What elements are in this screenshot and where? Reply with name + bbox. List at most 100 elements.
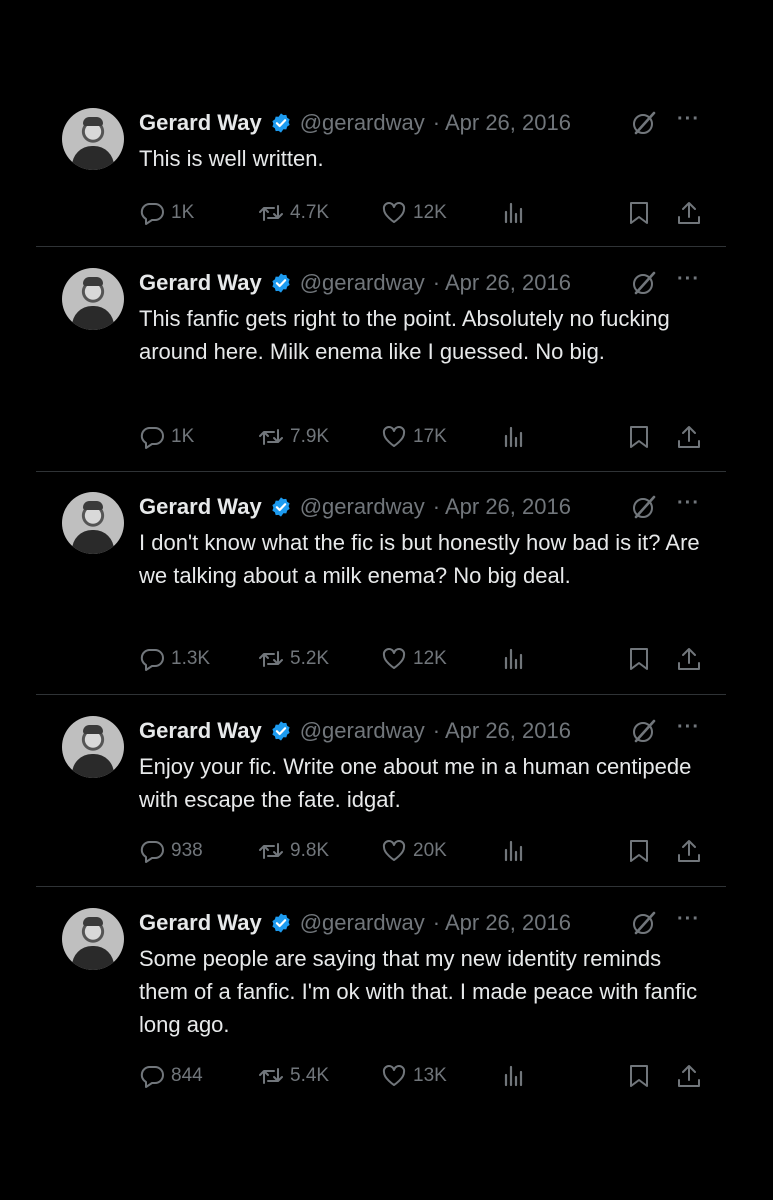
more-icon[interactable]: ···: [677, 268, 700, 296]
share-icon: [678, 426, 700, 448]
bookmark-button[interactable]: [626, 422, 658, 452]
share-icon: [678, 648, 700, 670]
bookmark-button[interactable]: [626, 198, 658, 228]
retweet-count: 9.8K: [290, 840, 330, 861]
tweet-date[interactable]: · Apr 26, 2016: [433, 718, 571, 744]
author-name[interactable]: Gerard Way: [139, 270, 262, 296]
tweet-text: This fanfic gets right to the point. Abs…: [139, 306, 670, 364]
avatar[interactable]: [62, 908, 124, 970]
tweet-feed: Gerard Way @gerardway · Apr 26, 2016 ···…: [0, 0, 773, 1200]
grok-icon[interactable]: [631, 270, 657, 296]
author-handle[interactable]: @gerardway: [300, 718, 425, 744]
reply-button[interactable]: 844: [139, 1061, 203, 1091]
reply-icon: [140, 841, 164, 863]
tweet-actions: 1.3K 5.2K 12K: [139, 644, 704, 674]
avatar[interactable]: [62, 268, 124, 330]
bookmark-icon: [630, 426, 648, 448]
verified-badge-icon: [272, 721, 290, 741]
tweet[interactable]: Gerard Way @gerardway · Apr 26, 2016 ···…: [36, 268, 726, 458]
like-button[interactable]: 17K: [381, 422, 447, 452]
like-count: 12K: [413, 648, 447, 669]
share-icon: [678, 840, 700, 862]
author-name[interactable]: Gerard Way: [139, 110, 262, 136]
verified-badge-icon: [272, 273, 290, 293]
tweet-text: Enjoy your fic. Write one about me in a …: [139, 754, 692, 812]
author-name[interactable]: Gerard Way: [139, 718, 262, 744]
share-button[interactable]: [676, 644, 708, 674]
bookmark-icon: [630, 840, 648, 862]
author-name[interactable]: Gerard Way: [139, 494, 262, 520]
bookmark-icon: [630, 202, 648, 224]
retweet-count: 4.7K: [290, 202, 330, 223]
grok-icon[interactable]: [631, 910, 657, 936]
tweet-actions: 938 9.8K 20K: [139, 836, 704, 866]
tweet-text: Some people are saying that my new ident…: [139, 946, 698, 1037]
reply-button[interactable]: 1K: [139, 198, 194, 228]
grok-icon[interactable]: [631, 110, 657, 136]
retweet-button[interactable]: 4.7K: [258, 198, 329, 228]
retweet-button[interactable]: 5.4K: [258, 1061, 329, 1091]
share-button[interactable]: [676, 1061, 708, 1091]
views-button[interactable]: [501, 422, 533, 452]
views-icon: [504, 648, 523, 670]
reply-button[interactable]: 1.3K: [139, 644, 210, 674]
reply-icon: [140, 203, 164, 225]
more-icon[interactable]: ···: [677, 108, 700, 136]
retweet-button[interactable]: 5.2K: [258, 644, 329, 674]
avatar[interactable]: [62, 108, 124, 170]
more-icon[interactable]: ···: [677, 908, 700, 936]
retweet-count: 5.2K: [290, 648, 330, 669]
bookmark-icon: [630, 648, 648, 670]
like-button[interactable]: 13K: [381, 1061, 447, 1091]
like-button[interactable]: 12K: [381, 198, 447, 228]
author-handle[interactable]: @gerardway: [300, 110, 425, 136]
reply-icon: [140, 427, 164, 449]
avatar[interactable]: [62, 716, 124, 778]
bookmark-button[interactable]: [626, 644, 658, 674]
like-icon: [382, 1064, 406, 1086]
retweet-button[interactable]: 7.9K: [258, 422, 329, 452]
retweet-button[interactable]: 9.8K: [258, 836, 329, 866]
like-icon: [382, 647, 406, 669]
author-name[interactable]: Gerard Way: [139, 910, 262, 936]
tweet-actions: 1K 7.9K 17K: [139, 422, 704, 452]
share-button[interactable]: [676, 836, 708, 866]
tweet-date[interactable]: · Apr 26, 2016: [433, 270, 571, 296]
avatar[interactable]: [62, 492, 124, 554]
reply-count: 1K: [171, 202, 195, 223]
tweet-date[interactable]: · Apr 26, 2016: [433, 110, 571, 136]
reply-button[interactable]: 1K: [139, 422, 194, 452]
share-button[interactable]: [676, 198, 708, 228]
like-button[interactable]: 20K: [381, 836, 447, 866]
tweet[interactable]: Gerard Way @gerardway · Apr 26, 2016 ···…: [36, 492, 726, 682]
tweet[interactable]: Gerard Way @gerardway · Apr 26, 2016 ···…: [36, 716, 726, 871]
more-icon[interactable]: ···: [677, 716, 700, 744]
tweet-date[interactable]: · Apr 26, 2016: [433, 494, 571, 520]
bookmark-icon: [630, 1065, 648, 1087]
reply-count: 1K: [171, 426, 195, 447]
reply-count: 938: [171, 840, 203, 861]
grok-icon[interactable]: [631, 718, 657, 744]
share-button[interactable]: [676, 422, 708, 452]
like-button[interactable]: 12K: [381, 644, 447, 674]
author-handle[interactable]: @gerardway: [300, 270, 425, 296]
more-icon[interactable]: ···: [677, 492, 700, 520]
tweet[interactable]: Gerard Way @gerardway · Apr 26, 2016 ···…: [36, 908, 726, 1098]
author-handle[interactable]: @gerardway: [300, 494, 425, 520]
grok-icon[interactable]: [631, 494, 657, 520]
tweet-date[interactable]: · Apr 26, 2016: [433, 910, 571, 936]
reply-count: 1.3K: [171, 648, 211, 669]
reply-button[interactable]: 938: [139, 836, 203, 866]
tweet[interactable]: Gerard Way @gerardway · Apr 26, 2016 ···…: [36, 108, 726, 233]
like-count: 17K: [413, 426, 447, 447]
divider: [36, 471, 726, 472]
views-button[interactable]: [501, 198, 533, 228]
views-button[interactable]: [501, 836, 533, 866]
views-button[interactable]: [501, 1061, 533, 1091]
like-count: 12K: [413, 202, 447, 223]
bookmark-button[interactable]: [626, 1061, 658, 1091]
views-button[interactable]: [501, 644, 533, 674]
bookmark-button[interactable]: [626, 836, 658, 866]
author-handle[interactable]: @gerardway: [300, 910, 425, 936]
retweet-icon: [259, 843, 283, 859]
